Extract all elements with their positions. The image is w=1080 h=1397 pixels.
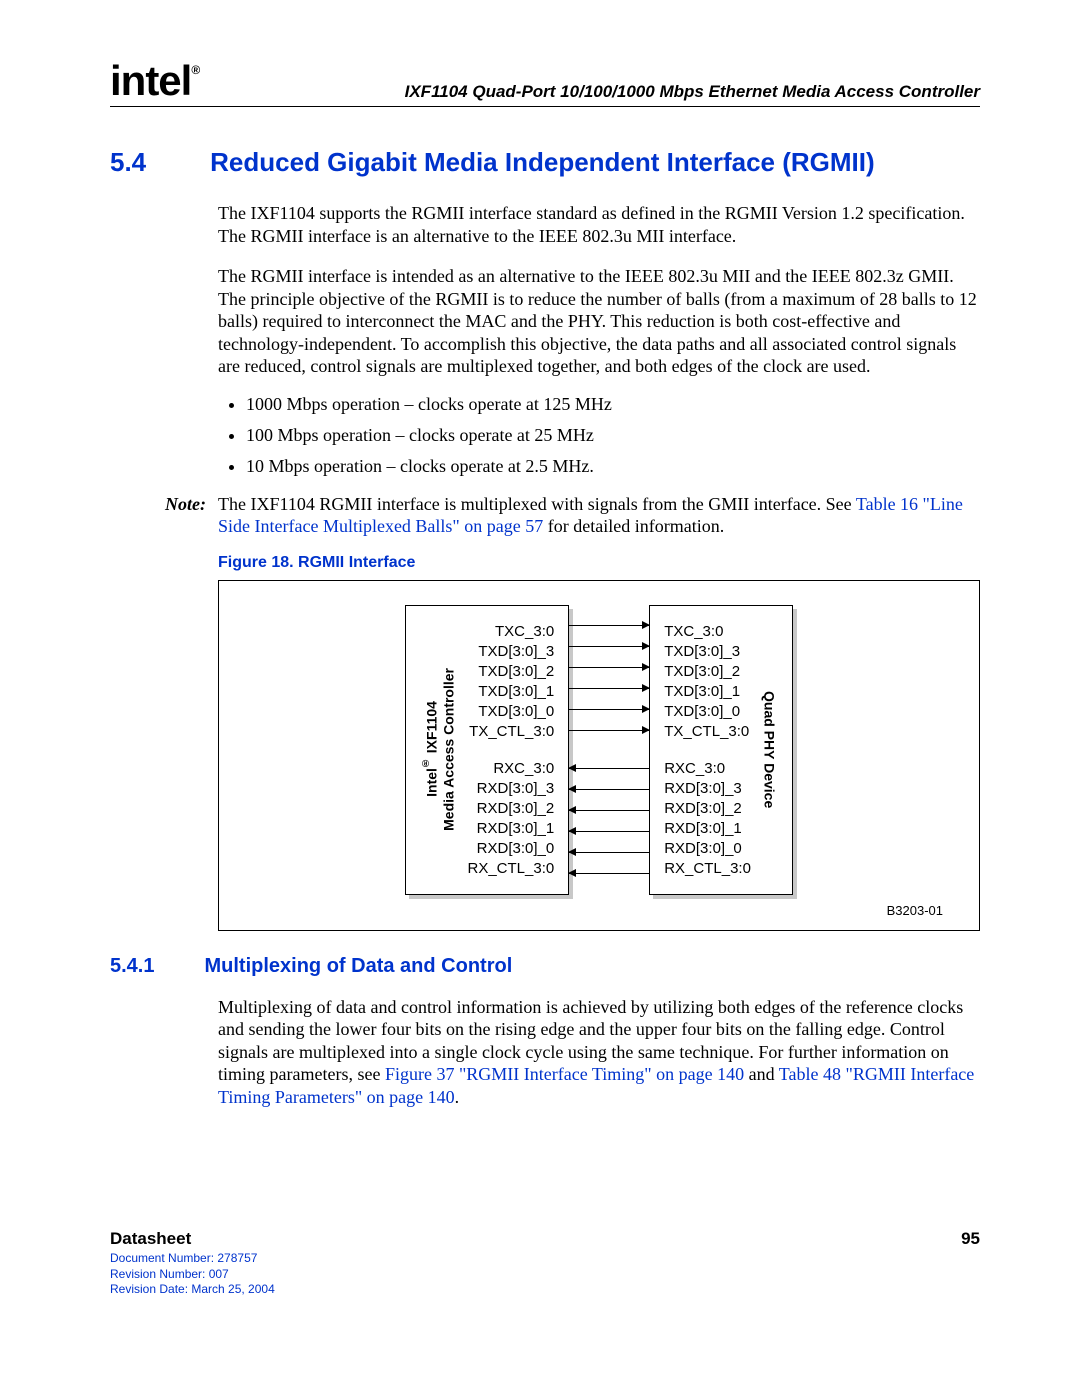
text-post: . xyxy=(455,1087,460,1107)
signal-label: RXD[3:0]_2 xyxy=(468,800,555,817)
list-item: 10 Mbps operation – clocks operate at 2.… xyxy=(246,456,980,477)
signal-label: TXD[3:0]_2 xyxy=(664,663,751,680)
section-5-4-heading: 5.4 Reduced Gigabit Media Independent In… xyxy=(110,147,980,178)
section-5-4-1-heading: 5.4.1 Multiplexing of Data and Control xyxy=(110,955,980,978)
arrow-column xyxy=(569,605,649,895)
arrow-right-icon xyxy=(569,646,649,647)
signal-label: TX_CTL_3:0 xyxy=(664,723,751,740)
signal-label: RXC_3:0 xyxy=(664,760,751,777)
figure-id: B3203-01 xyxy=(255,903,943,918)
page-header: intel® IXF1104 Quad-Port 10/100/1000 Mbp… xyxy=(110,60,980,107)
section-title: Reduced Gigabit Media Independent Interf… xyxy=(210,147,875,178)
signal-label: RX_CTL_3:0 xyxy=(468,860,555,877)
arrow-left-icon xyxy=(569,810,649,811)
revision-date: Revision Date: March 25, 2004 xyxy=(110,1282,980,1298)
arrow-right-icon xyxy=(569,730,649,731)
doc-title: IXF1104 Quad-Port 10/100/1000 Mbps Ether… xyxy=(405,82,980,102)
arrow-left-icon xyxy=(569,789,649,790)
signal-label: TXD[3:0]_0 xyxy=(468,703,555,720)
doc-number: Document Number: 278757 xyxy=(110,1251,980,1267)
phy-signals: TXC_3:0 TXD[3:0]_3 TXD[3:0]_2 TXD[3:0]_1… xyxy=(664,623,751,877)
signal-label: RXD[3:0]_0 xyxy=(468,840,555,857)
mac-block: Intel® IXF1104Media Access Controller TX… xyxy=(405,605,569,895)
signal-label: RXD[3:0]_3 xyxy=(468,780,555,797)
mac-signals: TXC_3:0 TXD[3:0]_3 TXD[3:0]_2 TXD[3:0]_1… xyxy=(468,623,555,877)
signal-label: RXD[3:0]_1 xyxy=(664,820,751,837)
xref-figure-37[interactable]: Figure 37 "RGMII Interface Timing" on pa… xyxy=(385,1064,744,1084)
page-footer: Datasheet 95 Document Number: 278757 Rev… xyxy=(110,1228,980,1298)
note-text-pre: The IXF1104 RGMII interface is multiplex… xyxy=(218,494,856,514)
intel-logo: intel® xyxy=(110,60,199,102)
subsection-number: 5.4.1 xyxy=(110,955,154,978)
arrow-right-icon xyxy=(569,688,649,689)
signal-label: TXD[3:0]_3 xyxy=(664,643,751,660)
signal-label: TX_CTL_3:0 xyxy=(468,723,555,740)
revision-number: Revision Number: 007 xyxy=(110,1267,980,1283)
signal-label: RX_CTL_3:0 xyxy=(664,860,751,877)
note-text-post: for detailed information. xyxy=(543,516,724,536)
signal-label: TXD[3:0]_1 xyxy=(468,683,555,700)
registered-mark: ® xyxy=(191,63,199,77)
footer-label: Datasheet xyxy=(110,1229,191,1249)
figure-18: Intel® IXF1104Media Access Controller TX… xyxy=(218,580,980,931)
para-2: The RGMII interface is intended as an al… xyxy=(218,265,980,378)
page-number: 95 xyxy=(961,1229,980,1249)
note-label: Note: xyxy=(110,493,218,538)
note-block: Note: The IXF1104 RGMII interface is mul… xyxy=(110,493,980,538)
arrow-right-icon xyxy=(569,667,649,668)
logo-text: intel xyxy=(110,57,191,104)
text-mid: and xyxy=(744,1064,779,1084)
clock-list: 1000 Mbps operation – clocks operate at … xyxy=(218,394,980,477)
list-item: 1000 Mbps operation – clocks operate at … xyxy=(246,394,980,415)
subsection-title: Multiplexing of Data and Control xyxy=(204,955,512,978)
phy-block-label: Quad PHY Device xyxy=(761,691,778,808)
phy-block: TXC_3:0 TXD[3:0]_3 TXD[3:0]_2 TXD[3:0]_1… xyxy=(649,605,793,895)
signal-label: TXD[3:0]_2 xyxy=(468,663,555,680)
arrow-right-icon xyxy=(569,625,649,626)
signal-label: RXD[3:0]_1 xyxy=(468,820,555,837)
arrow-left-icon xyxy=(569,852,649,853)
signal-label: TXD[3:0]_1 xyxy=(664,683,751,700)
rgmii-diagram: Intel® IXF1104Media Access Controller TX… xyxy=(255,605,943,895)
section-number: 5.4 xyxy=(110,147,146,178)
signal-label: TXC_3:0 xyxy=(468,623,555,640)
arrow-right-icon xyxy=(569,709,649,710)
signal-label: RXC_3:0 xyxy=(468,760,555,777)
para-1: The IXF1104 supports the RGMII interface… xyxy=(218,202,980,247)
list-item: 100 Mbps operation – clocks operate at 2… xyxy=(246,425,980,446)
signal-label: TXD[3:0]_3 xyxy=(468,643,555,660)
note-body: The IXF1104 RGMII interface is multiplex… xyxy=(218,493,980,538)
arrow-left-icon xyxy=(569,873,649,874)
para-5-4-1: Multiplexing of data and control informa… xyxy=(218,996,980,1109)
signal-label: TXD[3:0]_0 xyxy=(664,703,751,720)
signal-label: RXD[3:0]_2 xyxy=(664,800,751,817)
signal-label: RXD[3:0]_3 xyxy=(664,780,751,797)
signal-label: TXC_3:0 xyxy=(664,623,751,640)
arrow-left-icon xyxy=(569,831,649,832)
signal-label: RXD[3:0]_0 xyxy=(664,840,751,857)
mac-block-label: Intel® IXF1104Media Access Controller xyxy=(420,668,457,831)
arrow-left-icon xyxy=(569,768,649,769)
figure-18-caption: Figure 18. RGMII Interface xyxy=(218,554,980,572)
